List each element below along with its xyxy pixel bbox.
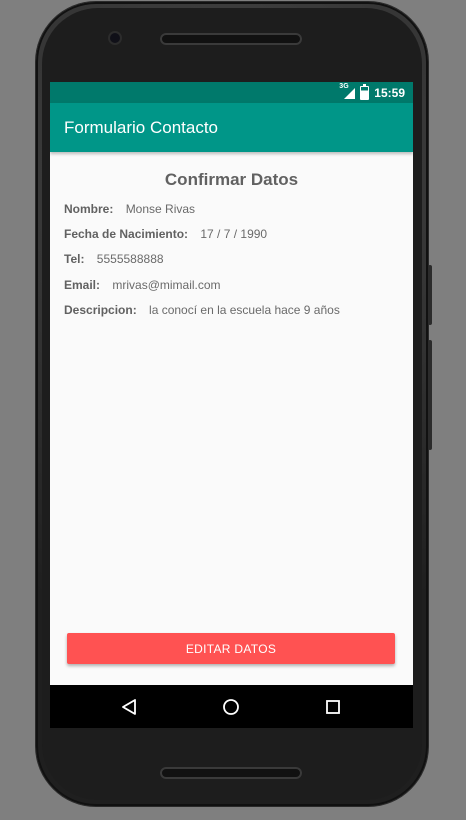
- app-title: Formulario Contacto: [64, 118, 219, 137]
- top-speaker: [160, 33, 302, 45]
- field-row-fecha-nacimiento: Fecha de Nacimiento: 17 / 7 / 1990: [64, 227, 267, 241]
- confirm-content: Confirmar Datos Nombre: Monse Rivas Fech…: [50, 152, 413, 685]
- recents-square-icon: [326, 699, 340, 714]
- field-row-tel: Tel: 5555588888: [64, 252, 164, 266]
- field-value: la conocí en la escuela hace 9 años: [149, 303, 340, 317]
- field-value: 17 / 7 / 1990: [200, 227, 268, 241]
- navigation-bar: [50, 685, 413, 728]
- home-button[interactable]: [209, 685, 253, 728]
- recents-button[interactable]: [311, 685, 355, 728]
- confirm-heading: Confirmar Datos: [164, 170, 299, 189]
- field-value: 5555588888: [96, 252, 164, 266]
- status-icons: 3G 15:59: [339, 82, 405, 103]
- volume-button: [428, 340, 432, 450]
- status-bar: 3G 15:59: [50, 82, 413, 103]
- field-label: Nombre:: [64, 202, 114, 216]
- field-label: Fecha de Nacimiento:: [64, 227, 189, 241]
- edit-data-button[interactable]: EDITAR DATOS: [67, 633, 395, 664]
- field-label: Descripcion:: [64, 303, 137, 317]
- field-row-descripcion: Descripcion: la conocí en la escuela hac…: [64, 303, 340, 317]
- field-label: Email:: [64, 278, 101, 292]
- front-camera: [110, 33, 120, 43]
- signal-icon: 3G: [339, 83, 356, 99]
- field-row-email: Email: mrivas@mimail.com: [64, 278, 221, 292]
- power-button: [428, 265, 432, 325]
- status-time: 15:59: [374, 85, 405, 100]
- home-circle-icon: [223, 698, 239, 715]
- field-row-nombre: Nombre: Monse Rivas: [64, 202, 195, 216]
- field-value: mrivas@mimail.com: [112, 278, 221, 292]
- back-triangle-icon: [122, 698, 136, 715]
- device-screen: 3G 15:59 Formulario Contacto Confirmar D…: [50, 82, 413, 728]
- field-label: Tel:: [64, 252, 85, 266]
- back-button[interactable]: [107, 685, 151, 728]
- app-bar: Formulario Contacto: [50, 103, 413, 152]
- battery-icon: [360, 83, 370, 100]
- field-value: Monse Rivas: [125, 202, 196, 216]
- bottom-speaker: [160, 767, 302, 779]
